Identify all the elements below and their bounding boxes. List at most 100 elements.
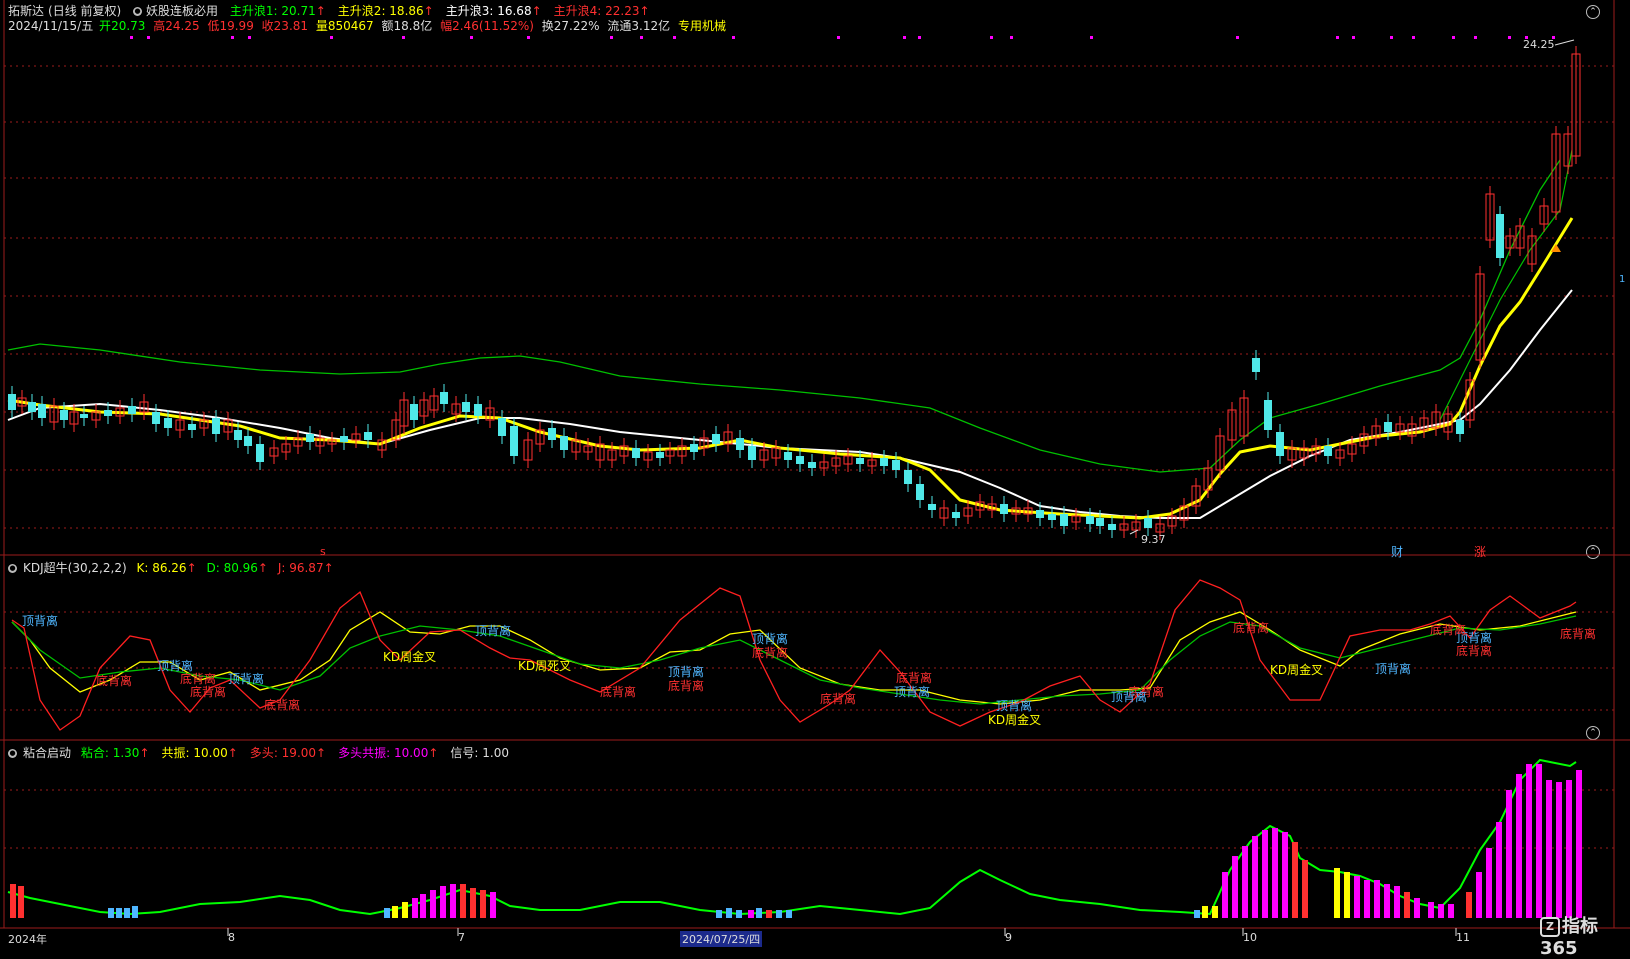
kdj-annotation: KD周金叉 xyxy=(383,650,437,664)
nianhe-title[interactable]: 粘合启动 xyxy=(23,746,71,760)
kdj-annotation: 顶背离 xyxy=(22,614,59,628)
k-value: 86.26 xyxy=(152,561,187,575)
candle-body xyxy=(880,458,888,466)
nianhe-bar xyxy=(10,884,16,918)
nianhe-bar xyxy=(440,886,446,918)
signal-dot xyxy=(1336,36,1339,39)
nianhe-bar xyxy=(1222,872,1228,918)
nianhe-bar xyxy=(490,892,496,918)
candle-body xyxy=(234,430,242,440)
nianhe-bar xyxy=(1486,848,1492,918)
candle-body xyxy=(796,456,804,464)
candle-body xyxy=(128,406,136,414)
nianhe-bar xyxy=(776,910,782,918)
signal-dot xyxy=(1090,36,1093,39)
signal-dot xyxy=(640,36,643,39)
candle-body xyxy=(1000,504,1008,514)
nianhe-bar xyxy=(480,890,486,918)
candle-body xyxy=(548,428,556,440)
nianhe-bar xyxy=(1232,856,1238,918)
candle-body xyxy=(1060,514,1068,526)
j-value: 96.87 xyxy=(289,561,324,575)
candle-body xyxy=(474,404,482,416)
signal-dot xyxy=(1236,36,1239,39)
candle-body xyxy=(904,470,912,484)
candle-body xyxy=(1324,446,1332,456)
candle-body xyxy=(1384,422,1392,432)
kdj-annotation: 底背离 xyxy=(1560,627,1597,641)
time-axis-label: 10 xyxy=(1243,931,1257,944)
time-axis-label: 2024年 xyxy=(8,933,47,946)
nianhe-bar xyxy=(1466,892,1472,918)
nianhe-bar xyxy=(1212,906,1218,918)
signal-dot xyxy=(130,36,133,39)
signal-dot xyxy=(1390,36,1393,39)
nianhe-label: 多头 xyxy=(249,746,274,760)
nianhe-bar xyxy=(716,910,722,918)
candle-body xyxy=(856,458,864,464)
candle-body xyxy=(8,394,16,410)
finance-marker[interactable]: 财 xyxy=(1391,543,1403,560)
nianhe-label: 信号 xyxy=(450,746,475,760)
candle-body xyxy=(1276,432,1284,456)
nianhe-bar xyxy=(1302,860,1308,918)
signal-dot xyxy=(903,36,906,39)
candle-body xyxy=(1096,518,1104,526)
price-chart[interactable] xyxy=(0,0,1630,949)
kdj-annotation: 底背离 xyxy=(190,685,227,699)
candle-body xyxy=(188,424,196,430)
signal-dot xyxy=(147,36,150,39)
nianhe-bar xyxy=(1384,884,1390,918)
kdj-annotation: 底背离 xyxy=(600,685,637,699)
candle-body xyxy=(1456,420,1464,434)
signal-dot xyxy=(732,36,735,39)
indicator-toggle-icon[interactable]: ● xyxy=(8,564,17,573)
kdj-annotation: 底背离 xyxy=(1430,623,1467,637)
nianhe-bar xyxy=(1242,846,1248,918)
nianhe-bar xyxy=(1414,898,1420,918)
candle-body xyxy=(410,404,418,420)
kdj-annotation: 底背离 xyxy=(896,671,933,685)
kdj-title[interactable]: KDJ超牛(30,2,2,2) xyxy=(23,561,127,575)
nianhe-bar xyxy=(1194,910,1200,918)
signal-dot xyxy=(1412,36,1415,39)
watermark-logo-icon: Z xyxy=(1540,917,1560,937)
nianhe-bar xyxy=(402,902,408,918)
nianhe-bar xyxy=(1546,780,1552,918)
candle-body xyxy=(892,460,900,470)
nianhe-bar xyxy=(132,906,138,918)
candle-body xyxy=(498,418,506,436)
candle-body xyxy=(212,418,220,434)
signal-dot xyxy=(248,36,251,39)
candle-body xyxy=(560,436,568,450)
nianhe-bar xyxy=(1516,774,1522,918)
nianhe-values: 粘合: 1.30↑ 共振: 10.00↑ 多头: 19.00↑ 多头共振: 10.00… xyxy=(81,746,521,760)
candle-body xyxy=(656,452,664,458)
candle-body xyxy=(28,402,36,412)
nianhe-bar xyxy=(1354,876,1360,918)
candle-body xyxy=(632,448,640,458)
candle-body xyxy=(712,434,720,444)
nianhe-bar xyxy=(1476,872,1482,918)
nianhe-bar xyxy=(1364,880,1370,918)
kdj-annotation: KD周金叉 xyxy=(988,713,1042,727)
nianhe-bar xyxy=(1334,868,1340,918)
candle-body xyxy=(256,444,264,462)
kdj-annotation: 顶背离 xyxy=(1111,690,1148,704)
nianhe-line xyxy=(7,758,1577,916)
nianhe-label: 多头共振 xyxy=(338,746,387,760)
indicator-toggle-icon[interactable]: ● xyxy=(8,749,17,758)
d-label: D xyxy=(206,561,216,575)
candle-body xyxy=(690,444,698,452)
candle-body xyxy=(244,436,252,446)
nianhe-arrow: ↑ xyxy=(428,746,439,760)
nianhe-item: 粘合: 1.30↑ xyxy=(80,746,150,760)
limit-up-marker[interactable]: 涨 xyxy=(1474,543,1486,560)
kdj-annotation: KD周金叉 xyxy=(1270,663,1324,677)
max-price-label: 24.25 xyxy=(1523,38,1555,51)
candle-body xyxy=(1496,214,1504,258)
signal-dot xyxy=(837,36,840,39)
nianhe-bar xyxy=(420,894,426,918)
kdj-j-line xyxy=(11,579,1577,731)
signal-dot xyxy=(673,36,676,39)
